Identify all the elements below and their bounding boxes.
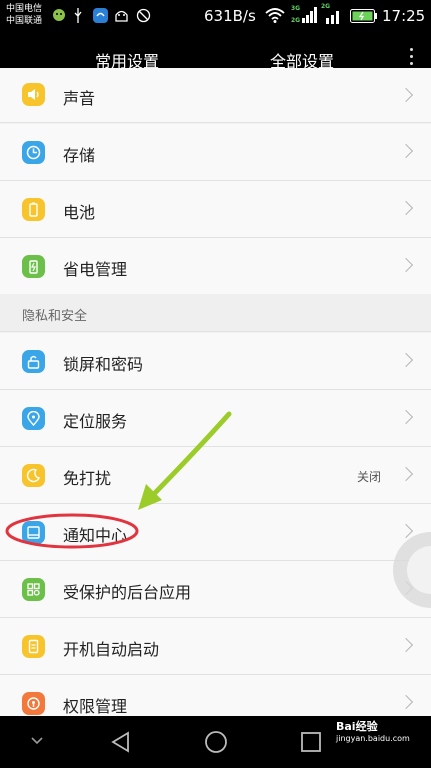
row-label: 开机自动启动 [63, 640, 160, 659]
permission-icon [22, 692, 45, 715]
wifi-icon [265, 8, 285, 23]
wechat-icon [53, 9, 65, 21]
sound-icon [22, 83, 45, 106]
signal-icon-2 [326, 11, 339, 24]
clock: 17:25 [382, 7, 426, 25]
chevron-right-icon [398, 143, 414, 159]
annotation-circle [5, 513, 139, 549]
settings-row-protected-apps[interactable]: 受保护的后台应用 [0, 561, 431, 618]
row-label: 受保护的后台应用 [63, 583, 192, 602]
chevron-right-icon [398, 694, 414, 710]
auto-start-icon [22, 635, 45, 658]
settings-row-power-saving[interactable]: 省电管理 [0, 238, 431, 295]
more-menu-icon[interactable] [410, 48, 414, 69]
android-icon [115, 10, 128, 22]
chevron-right-icon [398, 637, 414, 653]
network-type-2: 2G [291, 17, 301, 24]
collapse-icon[interactable] [30, 736, 44, 746]
network-speed: 631B/s [204, 7, 256, 25]
chevron-right-icon [398, 200, 414, 216]
row-label: 声音 [63, 89, 96, 108]
chevron-right-icon [398, 352, 414, 368]
chevron-right-icon [398, 257, 414, 273]
watermark: Bai经验 jingyan.baidu.com [336, 718, 410, 743]
settings-row-auto-start[interactable]: 开机自动启动 [0, 618, 431, 675]
block-icon [136, 8, 151, 23]
section-header-privacy-security: 隐私和安全 [0, 294, 431, 332]
battery-setting-icon [22, 198, 45, 221]
annotation-overlay [5, 411, 232, 549]
carrier-info: 中国电信 中国联通 [6, 3, 42, 27]
power-saving-icon [22, 255, 45, 278]
floating-assist-button[interactable] [391, 515, 431, 625]
storage-icon [22, 141, 45, 164]
chevron-right-icon [398, 87, 414, 103]
recent-apps-icon[interactable] [300, 731, 322, 753]
home-icon[interactable] [204, 730, 228, 754]
watermark-title: Bai经验 [336, 720, 378, 733]
settings-row-storage[interactable]: 存储 [0, 124, 431, 181]
row-label: 省电管理 [63, 260, 128, 279]
carrier-2: 中国联通 [6, 16, 43, 26]
signal-icon [302, 7, 317, 23]
row-label: 权限管理 [63, 697, 128, 716]
battery-icon [350, 9, 377, 23]
usb-icon [74, 8, 82, 23]
lock-icon [22, 350, 45, 373]
row-label: 电池 [63, 203, 96, 222]
settings-row-battery[interactable]: 电池 [0, 181, 431, 238]
carrier-1: 中国电信 [6, 4, 43, 14]
settings-row-lock-screen[interactable]: 锁屏和密码 [0, 333, 431, 390]
watermark-url: jingyan.baidu.com [336, 734, 410, 743]
protected-apps-icon [22, 578, 45, 601]
back-icon[interactable] [110, 731, 130, 753]
status-bar: 中国电信 中国联通 631B/s 3G 2G 2G 17:25 [0, 0, 431, 34]
app-icon [93, 8, 108, 23]
network-type-1: 3G [291, 5, 301, 12]
row-label: 锁屏和密码 [63, 355, 144, 374]
row-label: 存储 [63, 146, 96, 165]
annotation-arrow [147, 411, 232, 501]
settings-row-sound[interactable]: 声音 [0, 68, 431, 123]
section-title: 隐私和安全 [22, 309, 88, 324]
